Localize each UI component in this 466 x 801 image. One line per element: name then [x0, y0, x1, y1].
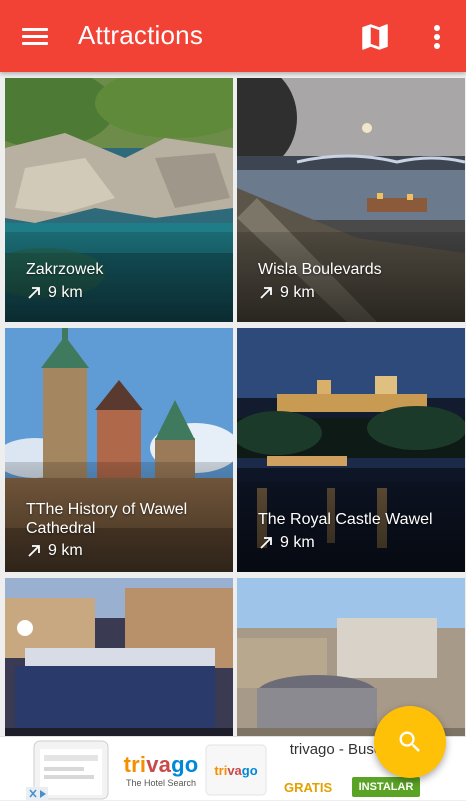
ad-install-button[interactable]: INSTALAR [352, 777, 420, 797]
attraction-name: Zakrzowek [26, 261, 104, 278]
more-vert-icon[interactable] [424, 20, 450, 54]
arrow-up-right-icon [28, 286, 40, 299]
attractions-grid: Zakrzowek 9 km Wisla Boulevards 9 km TTh… [0, 72, 466, 736]
trivago-app-icon: trivago [214, 763, 258, 778]
attraction-card-wawel-cathedral[interactable]: TThe History of Wawel Cathedral 9 km [5, 328, 233, 572]
attraction-card-royal-castle-wawel[interactable]: The Royal Castle Wawel 9 km [237, 328, 465, 572]
page-title: Attractions [78, 20, 204, 50]
attraction-card-zakrzowek[interactable]: Zakrzowek 9 km [5, 78, 233, 322]
map-icon[interactable] [358, 20, 392, 54]
attraction-distance: 9 km [258, 283, 315, 302]
attraction-distance: 9 km [258, 533, 315, 552]
search-icon [399, 731, 420, 752]
attraction-name: TThe History of Wawel Cathedral [26, 501, 188, 537]
attraction-name: Wisla Boulevards [258, 261, 382, 278]
arrow-up-right-icon [28, 544, 40, 557]
arrow-up-right-icon [260, 536, 272, 549]
attraction-distance: 9 km [26, 283, 83, 302]
search-fab[interactable] [374, 706, 446, 778]
ad-price-label: GRATIS [284, 780, 333, 795]
app-bar: Attractions [0, 0, 466, 72]
arrow-up-right-icon [260, 286, 272, 299]
attraction-card-5[interactable] [5, 578, 233, 736]
ad-brand-block: trivatrivagogo The Hotel Search [118, 752, 204, 789]
attraction-image [5, 578, 233, 736]
trivago-logo: trivatrivagogo [123, 752, 199, 777]
attraction-distance: 9 km [26, 541, 83, 560]
menu-icon[interactable] [18, 22, 54, 52]
attraction-card-wisla-boulevards[interactable]: Wisla Boulevards 9 km [237, 78, 465, 322]
attraction-name: The Royal Castle Wawel [258, 511, 433, 528]
